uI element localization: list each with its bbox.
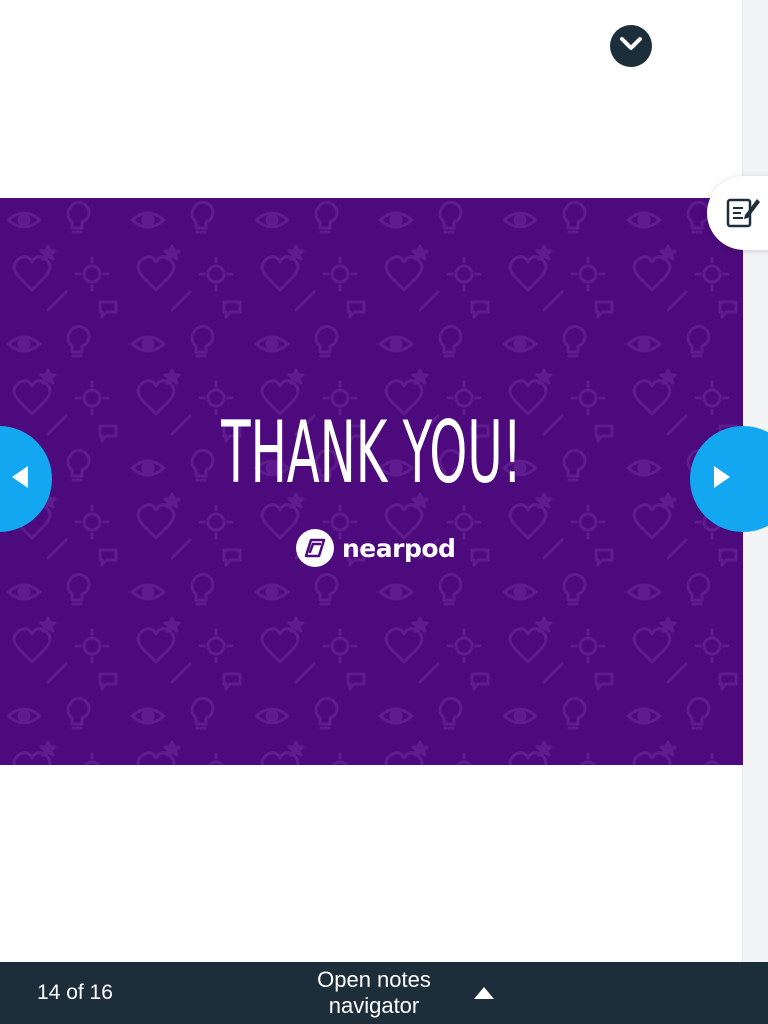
slide-title-container: THANK YOU! — [0, 403, 743, 503]
triangle-right-icon — [712, 464, 732, 495]
triangle-left-icon — [10, 464, 30, 495]
open-notes-navigator-button[interactable]: Open notes navigator — [290, 965, 510, 1021]
slide-counter: 14 of 16 — [37, 981, 113, 1004]
slide-canvas: THANK YOU! nearpod — [0, 198, 743, 765]
collapse-button[interactable] — [610, 25, 652, 67]
bottom-toolbar: 14 of 16 Open notes navigator — [0, 962, 768, 1024]
nearpod-brand: nearpod — [296, 528, 456, 568]
caret-up-icon — [474, 987, 494, 999]
notes-navigator-label: Open notes navigator — [317, 967, 431, 1018]
edit-notes-icon — [725, 193, 761, 234]
slide-title: THANK YOU! — [221, 403, 522, 503]
presentation-viewer: THANK YOU! nearpod 14 of 16 Open notes n… — [0, 0, 768, 1024]
nearpod-logo-icon — [296, 529, 334, 567]
brand-name: nearpod — [342, 533, 456, 563]
chevron-down-icon — [619, 36, 643, 57]
